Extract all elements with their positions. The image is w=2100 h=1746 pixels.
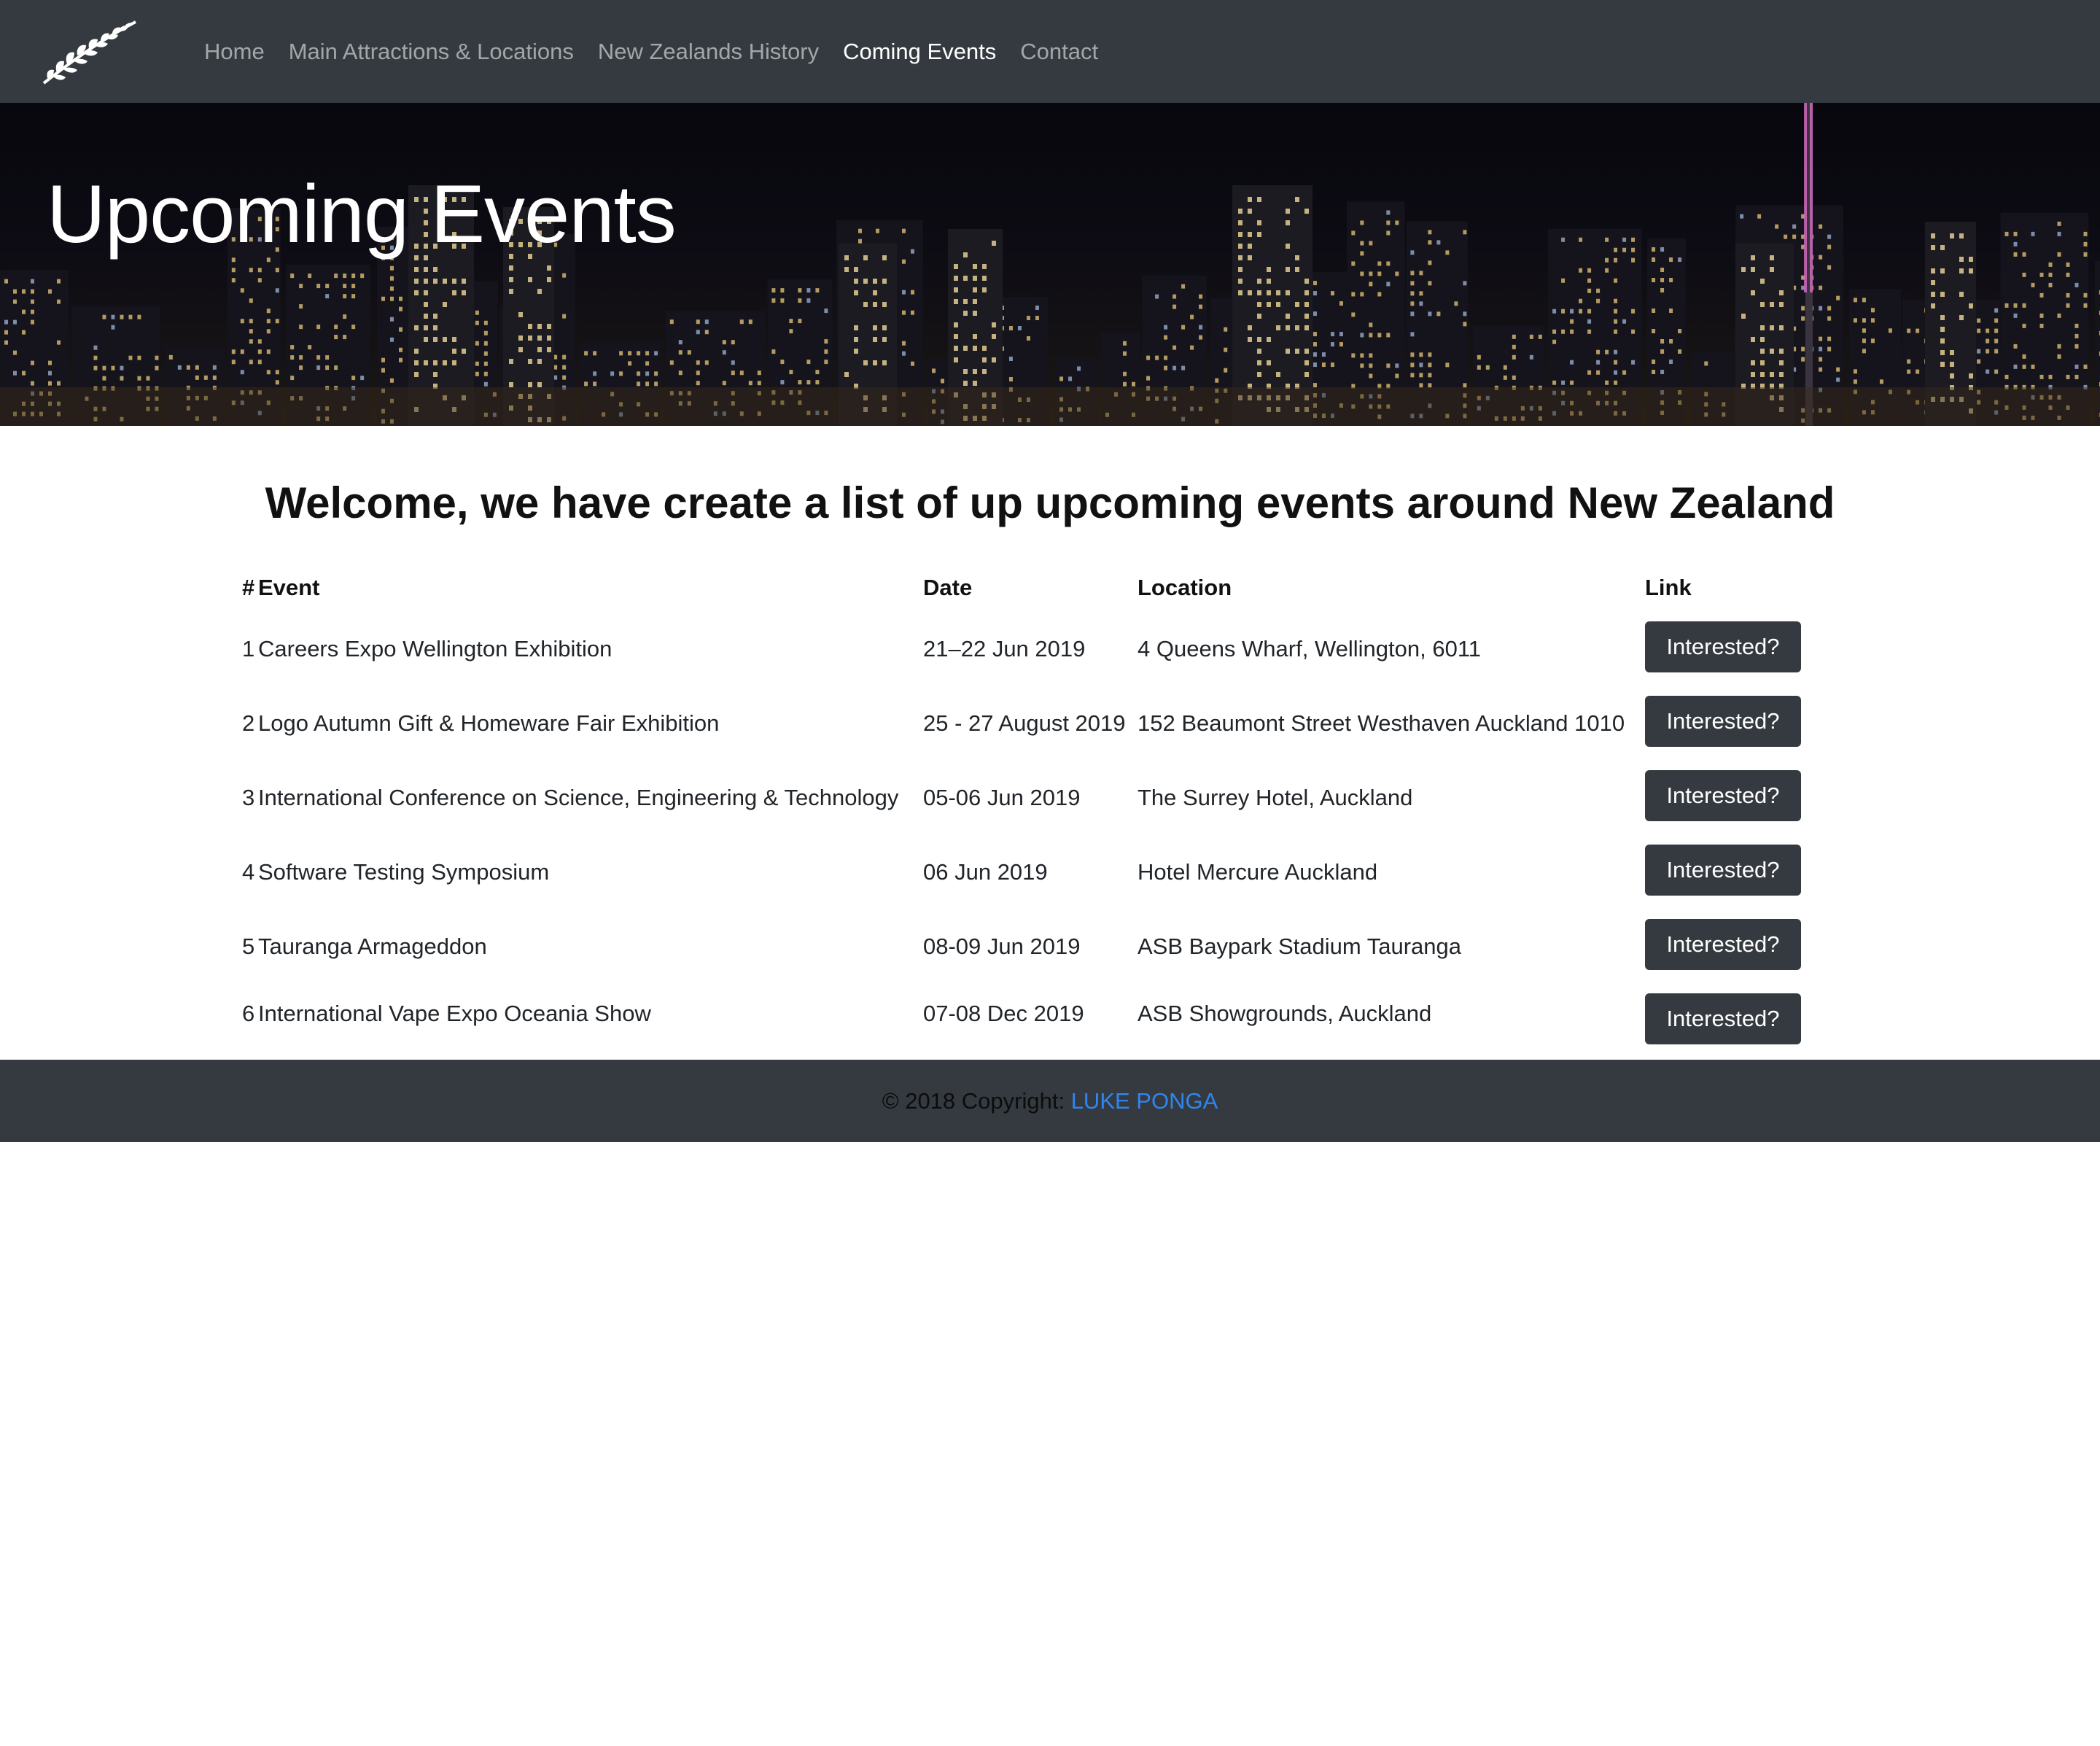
table-row: 5 Tauranga Armageddon 08-09 Jun 2019 ASB… (242, 912, 1810, 986)
row-location: Hotel Mercure Auckland (1138, 859, 1378, 885)
interested-button[interactable]: Interested? (1645, 696, 1801, 747)
table-row: 6 International Vape Expo Oceania Show 0… (242, 986, 1810, 1048)
row-location: The Surrey Hotel, Auckland (1138, 785, 1413, 810)
header-event: Event (258, 575, 320, 600)
nav-history[interactable]: New Zealands History (598, 39, 819, 65)
header-num: # (242, 575, 255, 600)
nav-main-attractions[interactable]: Main Attractions & Locations (289, 39, 574, 65)
navbar: Home Main Attractions & Locations New Ze… (0, 0, 2100, 103)
interested-button[interactable]: Interested? (1645, 770, 1801, 821)
hero-banner: Upcoming Events (0, 103, 2100, 426)
table-row: 3 International Conference on Science, E… (242, 763, 1810, 837)
interested-button[interactable]: Interested? (1645, 845, 1801, 896)
interested-button[interactable]: Interested? (1645, 993, 1801, 1044)
row-event: Logo Autumn Gift & Homeware Fair Exhibit… (258, 710, 720, 736)
row-num: 3 (242, 785, 255, 810)
row-date: 05-06 Jun 2019 (923, 785, 1081, 810)
interested-button[interactable]: Interested? (1645, 621, 1801, 672)
row-date: 08-09 Jun 2019 (923, 934, 1081, 959)
row-num: 6 (242, 1001, 255, 1026)
row-location: 152 Beaumont Street Westhaven Auckland 1… (1138, 710, 1625, 736)
row-date: 21–22 Jun 2019 (923, 636, 1086, 661)
footer-copyright: © 2018 Copyright: (882, 1088, 1071, 1114)
nav-home[interactable]: Home (204, 39, 265, 65)
row-event: Tauranga Armageddon (258, 934, 487, 959)
row-date: 06 Jun 2019 (923, 859, 1048, 885)
row-event: Careers Expo Wellington Exhibition (258, 636, 612, 661)
row-event: International Conference on Science, Eng… (258, 785, 899, 810)
row-event: Software Testing Symposium (258, 859, 550, 885)
footer: © 2018 Copyright: LUKE PONGA (0, 1060, 2100, 1142)
row-location: 4 Queens Wharf, Wellington, 6011 (1138, 636, 1482, 661)
header-date: Date (923, 575, 973, 600)
row-date: 25 - 27 August 2019 (923, 710, 1126, 736)
table-row: 2 Logo Autumn Gift & Homeware Fair Exhib… (242, 688, 1810, 763)
nav-coming-events[interactable]: Coming Events (843, 39, 996, 65)
row-num: 1 (242, 636, 255, 661)
table-row: 1 Careers Expo Wellington Exhibition 21–… (242, 614, 1810, 688)
header-location: Location (1138, 575, 1232, 600)
events-table: # Event Date Location Link 1 Careers Exp… (242, 562, 1810, 1048)
city-skyline-image (0, 103, 2100, 426)
table-row: 4 Software Testing Symposium 06 Jun 2019… (242, 837, 1810, 912)
silver-fern-icon[interactable] (41, 19, 139, 86)
interested-button[interactable]: Interested? (1645, 919, 1801, 970)
nav-contact[interactable]: Contact (1020, 39, 1098, 65)
hero-title: Upcoming Events (47, 168, 677, 260)
header-link: Link (1645, 575, 1692, 600)
row-num: 4 (242, 859, 255, 885)
row-location: ASB Showgrounds, Auckland (1138, 1001, 1432, 1026)
row-date: 07-08 Dec 2019 (923, 1001, 1084, 1026)
row-num: 2 (242, 710, 255, 736)
page-heading: Welcome, we have create a list of up upc… (265, 478, 1835, 527)
table-header-row: # Event Date Location Link (242, 562, 1810, 614)
row-location: ASB Baypark Stadium Tauranga (1138, 934, 1462, 959)
row-event: International Vape Expo Oceania Show (258, 1001, 651, 1026)
row-num: 5 (242, 934, 255, 959)
nav-menu: Home Main Attractions & Locations New Ze… (204, 0, 1122, 103)
footer-author-link[interactable]: LUKE PONGA (1071, 1088, 1218, 1114)
